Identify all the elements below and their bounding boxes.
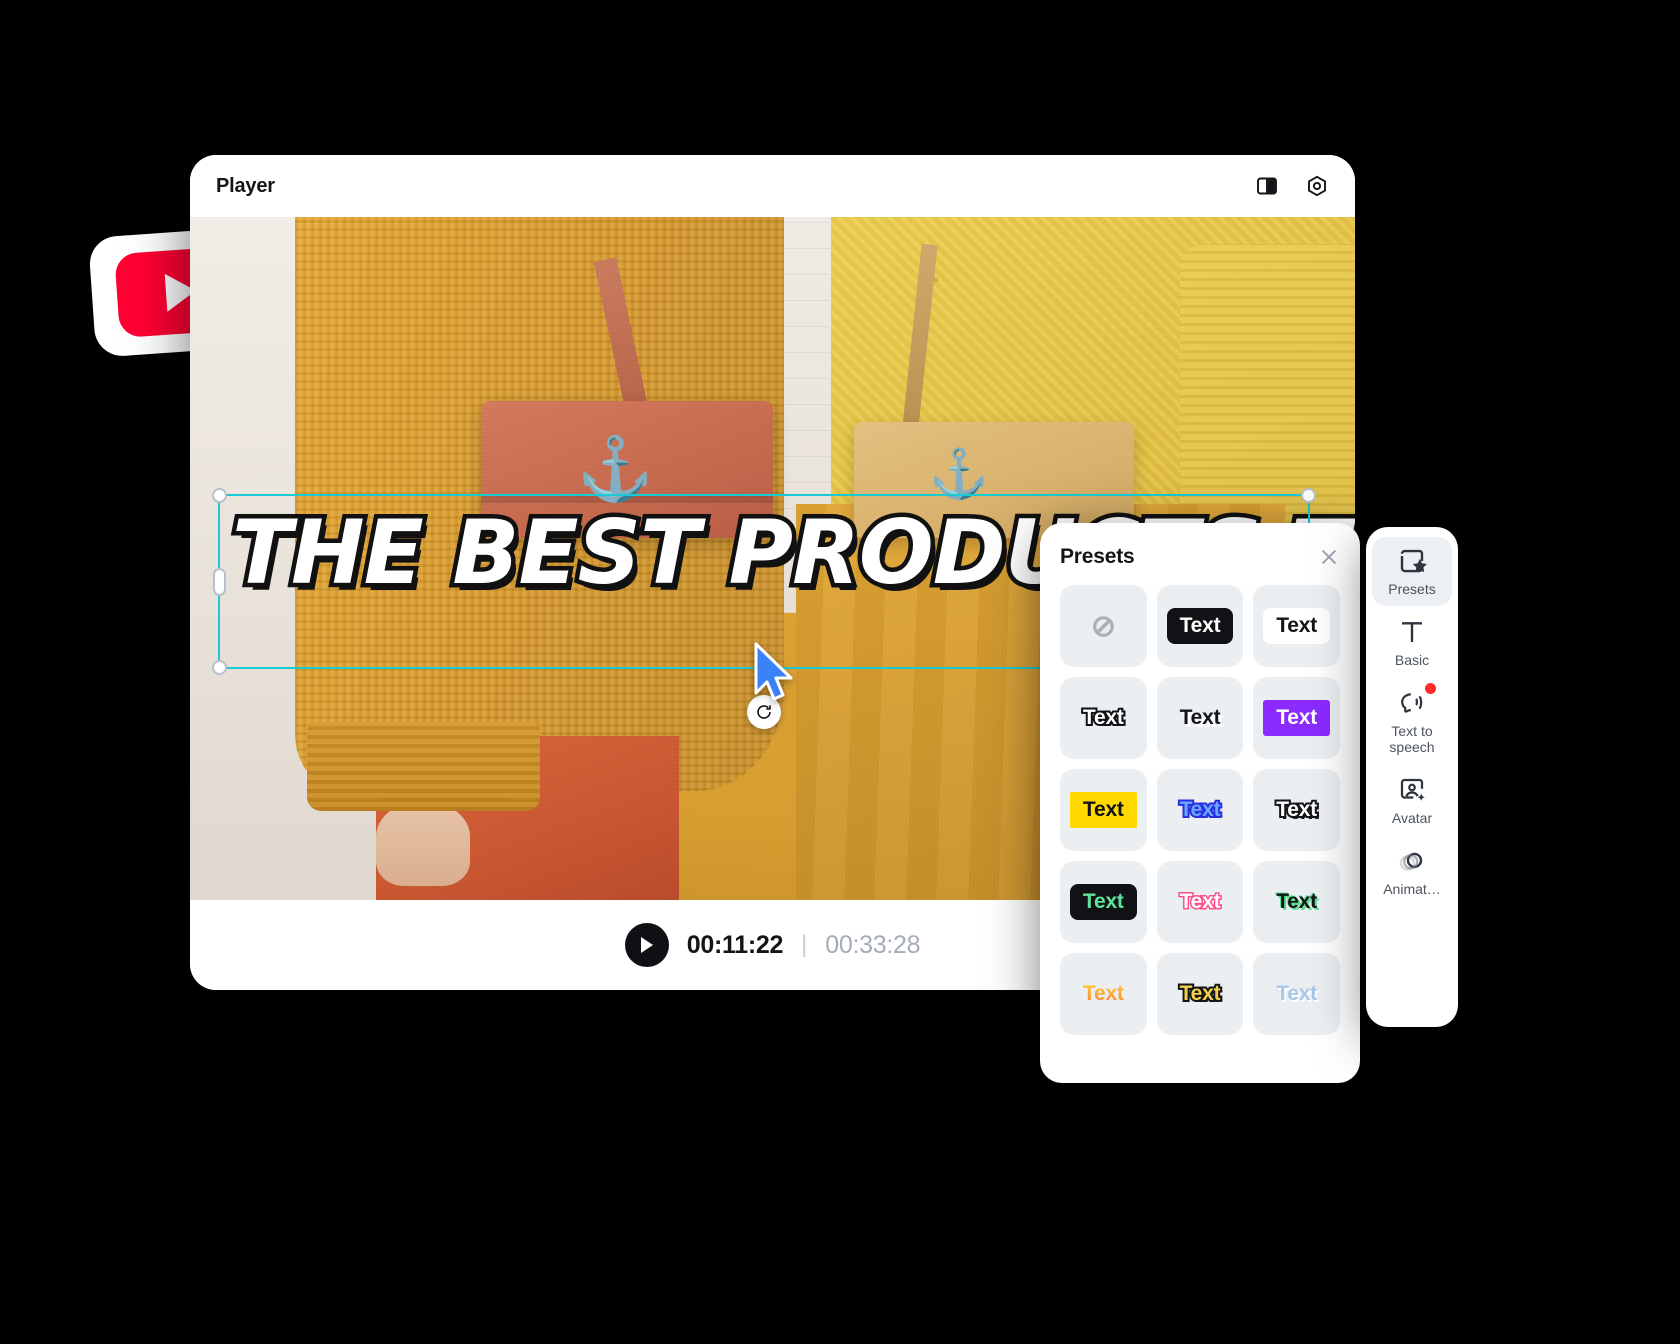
- preset-cell[interactable]: Text: [1156, 769, 1244, 851]
- total-time: 00:33:28: [825, 930, 921, 959]
- notification-badge: [1425, 683, 1436, 695]
- preset-label: Text: [1263, 700, 1331, 736]
- text-t-icon: [1397, 617, 1427, 647]
- preset-cell[interactable]: Text: [1253, 769, 1340, 851]
- current-time: 00:11:22: [686, 930, 784, 959]
- preset-cell[interactable]: Text: [1156, 861, 1244, 943]
- preset-cell[interactable]: Text: [1156, 677, 1244, 759]
- preset-label: ⊘: [1090, 609, 1116, 643]
- preset-cell[interactable]: Text: [1156, 953, 1244, 1035]
- settings-icon[interactable]: [1305, 174, 1329, 198]
- time-separator: |: [801, 931, 808, 958]
- preset-cell[interactable]: Text: [1253, 677, 1340, 759]
- preset-label: Text: [1274, 796, 1319, 823]
- toolbar-item-basic[interactable]: Basic: [1372, 608, 1452, 677]
- rotate-handle[interactable]: [747, 695, 781, 729]
- toolbar-item-label: Avatar: [1391, 810, 1433, 827]
- preset-label: Text: [1081, 704, 1126, 731]
- toolbar-item-text-to-speech[interactable]: Text to speech: [1372, 679, 1452, 764]
- preset-label: Text: [1276, 982, 1318, 1005]
- preset-cell[interactable]: Text: [1060, 769, 1147, 851]
- preset-cell[interactable]: Text: [1060, 861, 1147, 943]
- preset-label: Text: [1263, 608, 1331, 644]
- toolbar-item-avatar[interactable]: Avatar: [1372, 766, 1452, 835]
- toolbar-item-animat[interactable]: Animat…: [1372, 837, 1452, 906]
- preset-label: Text: [1082, 982, 1124, 1005]
- toolbar-item-label: Animat…: [1383, 881, 1441, 898]
- resize-handle-bottom-left[interactable]: [212, 660, 227, 675]
- text-to-speech-icon: [1397, 688, 1427, 718]
- page-title: Player: [216, 174, 275, 197]
- play-button[interactable]: [624, 923, 669, 967]
- toolbar-item-presets[interactable]: Presets: [1372, 537, 1452, 607]
- presets-star-icon: [1397, 546, 1427, 576]
- presets-panel: Presets ⊘ Text Text Text Text Text Text Text Tex…: [1040, 523, 1360, 1083]
- resize-handle-top-left[interactable]: [212, 488, 227, 503]
- preset-label: Text: [1166, 608, 1234, 644]
- preset-cell[interactable]: Text: [1060, 953, 1147, 1035]
- preset-cell[interactable]: Text: [1156, 585, 1244, 667]
- preset-cell[interactable]: Text: [1253, 585, 1340, 667]
- resize-handle-top-right[interactable]: [1301, 488, 1316, 503]
- preset-cell[interactable]: Text: [1253, 861, 1340, 943]
- player-header: Player: [190, 155, 1355, 217]
- preset-label: Text: [1069, 792, 1137, 828]
- right-toolbar: Presets Basic Text to speech Avatar Animat…: [1366, 527, 1458, 1027]
- preset-cell[interactable]: ⊘: [1060, 585, 1147, 667]
- animation-icon: [1397, 846, 1427, 876]
- preset-label: Text: [1178, 980, 1223, 1007]
- avatar-icon: [1397, 775, 1427, 805]
- resize-handle-middle-left[interactable]: [213, 567, 226, 596]
- player-header-actions: [1255, 174, 1329, 198]
- preset-label: Text: [1179, 706, 1221, 729]
- split-view-icon[interactable]: [1255, 174, 1279, 198]
- preset-label: Text: [1276, 890, 1318, 913]
- close-icon[interactable]: [1318, 546, 1340, 568]
- preset-label: Text: [1178, 889, 1222, 915]
- preset-cell[interactable]: Text: [1060, 677, 1147, 759]
- preset-label: Text: [1178, 796, 1223, 823]
- rotate-icon: [757, 705, 771, 719]
- presets-panel-title: Presets: [1060, 545, 1135, 568]
- preset-cell[interactable]: Text: [1253, 953, 1340, 1035]
- preset-label: Text: [1069, 884, 1137, 920]
- toolbar-item-label: Presets: [1388, 581, 1436, 597]
- play-icon: [640, 937, 653, 953]
- presets-panel-header: Presets: [1060, 545, 1340, 569]
- toolbar-item-label: Text to speech: [1389, 723, 1435, 756]
- toolbar-item-label: Basic: [1394, 652, 1430, 669]
- presets-grid: ⊘ Text Text Text Text Text Text Text Text Text Tex…: [1060, 585, 1340, 1035]
